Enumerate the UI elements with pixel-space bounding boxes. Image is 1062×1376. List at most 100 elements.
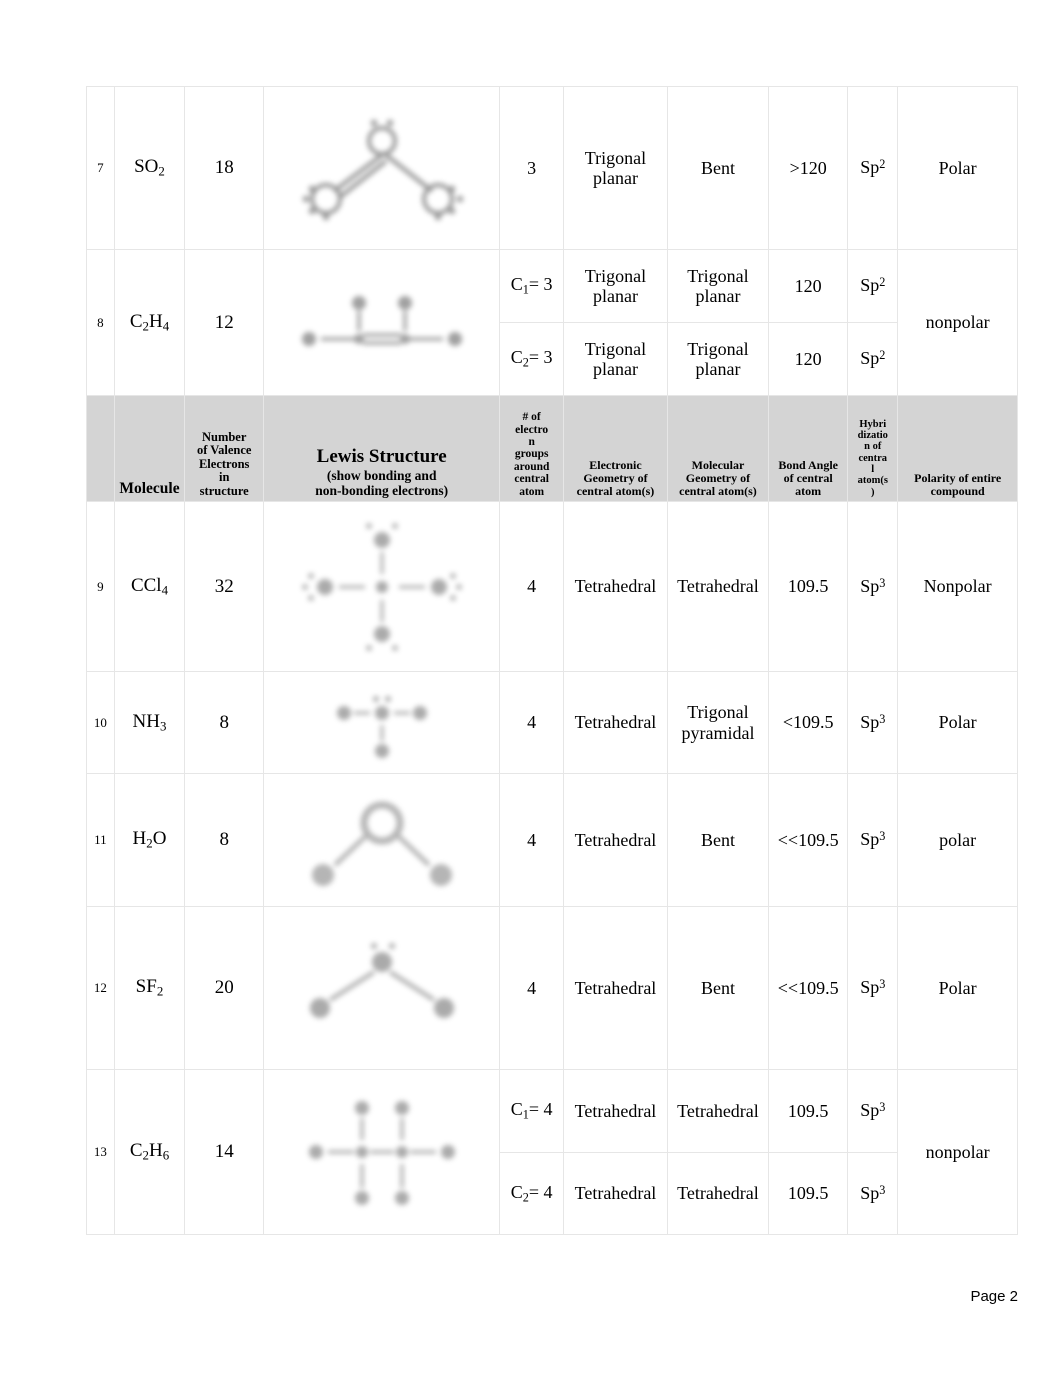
carbon-label: C: [510, 1099, 523, 1120]
electronic-geometry: Trigonal planar: [563, 249, 668, 323]
molecular-geometry: Bent: [666, 773, 770, 907]
bond-angle: <<109.5: [768, 906, 849, 1070]
hybridization-base: Sp: [860, 157, 880, 178]
polarity: nonpolar: [897, 249, 1018, 396]
formula-sub2: 6: [162, 1147, 170, 1163]
formula-base: C: [129, 1140, 143, 1162]
header-line: of central: [783, 471, 833, 486]
formula-base: H: [132, 828, 147, 850]
molecule-formula: H2O: [113, 773, 186, 907]
hybridization: Sp2: [847, 249, 899, 323]
molecular-geometry: Tetrahedral: [666, 1069, 770, 1153]
electronic-geometry: Trigonal planar: [563, 86, 668, 250]
table-row-8-sub-1: 8 C 2 H4 12 C1= 3 Trigonal planar Trigonal…: [86, 249, 1018, 396]
formula-base2: O: [152, 828, 167, 850]
hybridization-sup: 3: [879, 1182, 886, 1197]
molecular-geometry: Trigonal planar: [666, 249, 770, 323]
carbon-label: C: [510, 1181, 523, 1202]
electron-group-count: 4: [499, 906, 565, 1070]
valence-electron-count: 8: [184, 671, 265, 774]
lewis-structure-cell: [263, 671, 501, 774]
header-line: n of: [864, 441, 882, 453]
valence-electron-count: 14: [184, 1069, 265, 1235]
electronic-geometry: Tetrahedral: [563, 1069, 668, 1153]
formula-base2: H: [148, 310, 163, 332]
row-number: 10: [86, 671, 115, 774]
vsepr-molecular-geometry-table: 7 SO2 18 3 Trigonal planar Bent >120 Sp2…: [86, 86, 1018, 1235]
formula-base: C: [129, 310, 143, 332]
electron-group-count: 3: [499, 86, 565, 250]
formula-sub: 2: [156, 983, 164, 999]
hybridization-sup: 2: [879, 157, 886, 172]
h2o-lewis-structure-icon: [267, 783, 496, 898]
row-number: 11: [86, 773, 115, 907]
hybridization: Sp3: [847, 671, 899, 774]
polarity: Nonpolar: [897, 501, 1018, 672]
table-row-13-sub-1: 13 C2H6 14 C1= 4 Tetrahedral Tetrahedral…: [86, 1069, 1018, 1235]
hybridization-base: Sp: [860, 576, 880, 597]
electron-group-count-c2: C2= 4: [499, 1151, 565, 1235]
table-row-11: 11 H2O 8 4 Tetrahedral Bent <<109.5 Sp3 …: [86, 773, 1018, 907]
header-line: Bond Angle: [778, 458, 839, 473]
valence-electron-count: 12: [184, 249, 265, 396]
nh3-lewis-structure-icon: [267, 679, 496, 767]
header-line: dizatio: [857, 430, 888, 442]
header-electronic-geometry: Electronic Geometry of central atom(s): [563, 395, 668, 502]
molecule-formula: SF2: [113, 906, 186, 1070]
electron-group-count: 4: [499, 501, 565, 672]
group-count-value: = 3: [528, 347, 553, 368]
header-line: Geometry of: [685, 471, 751, 486]
hybridization-base: Sp: [860, 275, 880, 296]
c2h4-lewis-structure-icon: [267, 281, 496, 365]
formula-base2: H: [148, 1140, 163, 1162]
header-lewis-title: Lewis Structure: [316, 446, 447, 468]
valence-electron-count: 8: [184, 773, 265, 907]
bond-angle: 109.5: [768, 1151, 849, 1235]
header-line: Electrons: [198, 456, 250, 471]
electron-group-count: 4: [499, 671, 565, 774]
polarity: nonpolar: [897, 1069, 1018, 1235]
electronic-geometry: Tetrahedral: [563, 773, 668, 907]
so2-lewis-structure-icon: [267, 103, 496, 233]
header-line: Electronic: [589, 458, 642, 473]
ccl4-lewis-structure-icon: [267, 512, 496, 662]
hybridization-sup: 2: [879, 348, 886, 363]
carbon-label: C: [510, 274, 523, 295]
header-line: around: [513, 460, 550, 473]
header-line: l: [871, 464, 875, 476]
carbon-label: C: [510, 347, 523, 368]
table-row-10: 10 NH3 8 4 Tetrahedral Trigonal pyramida…: [86, 671, 1018, 774]
bond-angle: >120: [768, 86, 849, 250]
hybridization-sup: 3: [879, 829, 886, 844]
header-line: of Valence: [196, 443, 252, 457]
hybridization-base: Sp: [860, 1100, 880, 1121]
hybridization-base: Sp: [860, 348, 880, 369]
electronic-geometry: Tetrahedral: [563, 671, 668, 774]
header-line: atom: [795, 484, 822, 499]
header-line: groups: [514, 448, 549, 461]
header-polarity: Polarity of entire compound: [897, 395, 1018, 502]
header-line: atom(s: [857, 475, 888, 487]
row-number: 9: [86, 501, 115, 672]
header-molecule: Molecule: [113, 395, 186, 502]
header-lewis-structure: Lewis Structure (show bonding and non-bo…: [263, 395, 501, 502]
row-number: 8: [86, 249, 115, 396]
electronic-geometry: Trigonal planar: [563, 322, 668, 396]
group-count-value: = 4: [528, 1181, 553, 1202]
hybridization-base: Sp: [860, 977, 880, 998]
polarity: polar: [897, 773, 1018, 907]
polarity: Polar: [897, 671, 1018, 774]
hybridization: Sp3: [847, 501, 899, 672]
formula-sub2: 4: [162, 318, 170, 334]
header-line: central atom(s): [679, 484, 757, 499]
hybridization-sup: 3: [879, 1100, 886, 1115]
hybridization-sup: 3: [879, 977, 886, 992]
hybridization-base: Sp: [860, 829, 880, 850]
formula-sub: 4: [161, 582, 169, 598]
header-molecular-geometry: Molecular Geometry of central atom(s): [666, 395, 770, 502]
bond-angle: 109.5: [768, 1069, 849, 1153]
molecule-formula: NH3: [113, 671, 186, 774]
header-line: in: [218, 470, 230, 484]
hybridization: Sp3: [847, 906, 899, 1070]
hybridization-sup: 3: [879, 711, 886, 726]
